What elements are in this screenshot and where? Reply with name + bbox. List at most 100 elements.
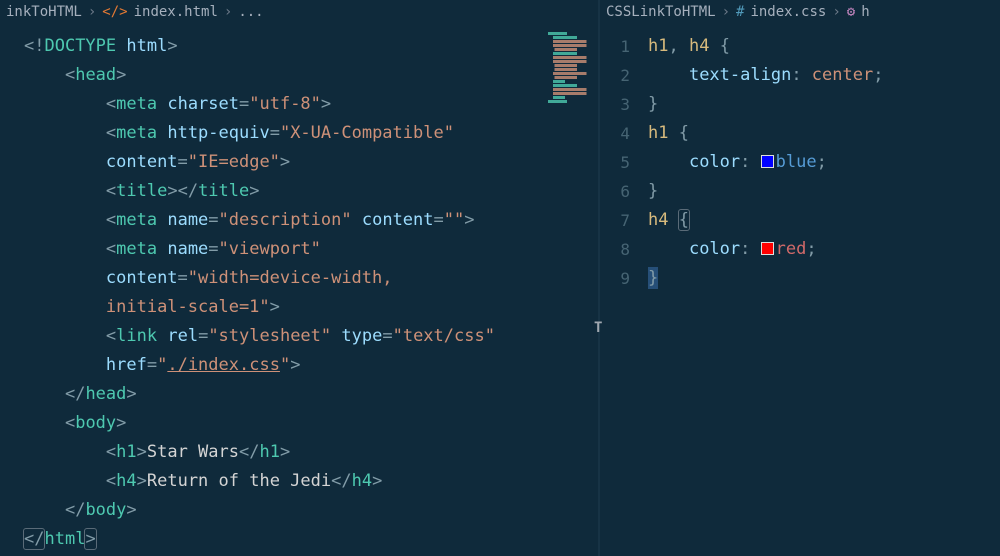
token: :: [740, 239, 760, 259]
token: h1: [648, 123, 668, 143]
token: h4: [648, 210, 668, 230]
token: ": [157, 355, 167, 375]
code-line[interactable]: initial-scale=1">: [24, 293, 598, 322]
token: >: [321, 94, 331, 114]
line-number: 1: [600, 32, 630, 61]
code-line[interactable]: color: blue;: [648, 148, 1000, 177]
code-line[interactable]: h1, h4 {: [648, 32, 1000, 61]
token: "width=device-width,: [188, 268, 393, 288]
token: "text/css": [393, 326, 495, 346]
token: :: [791, 65, 811, 85]
token: "IE=edge": [188, 152, 280, 172]
token: >: [290, 355, 300, 375]
token: "description": [219, 210, 352, 230]
gutter-left: [0, 22, 18, 556]
code-line[interactable]: <body>: [24, 409, 598, 438]
token: link: [116, 326, 157, 346]
token: red: [776, 239, 807, 259]
code-line[interactable]: <meta charset="utf-8">: [24, 90, 598, 119]
code-area-right[interactable]: h1, h4 { text-align: center;}h1 { color:…: [648, 22, 1000, 556]
token: [24, 471, 106, 491]
code-line[interactable]: <meta name="description" content="">: [24, 206, 598, 235]
code-line[interactable]: </head>: [24, 380, 598, 409]
crumb-file[interactable]: index.css: [750, 4, 826, 20]
line-number: 4: [600, 119, 630, 148]
token: [668, 210, 678, 230]
code-line[interactable]: content="IE=edge">: [24, 148, 598, 177]
token: </: [24, 529, 44, 549]
token: [24, 94, 106, 114]
token: ;: [806, 239, 816, 259]
code-line[interactable]: </html>: [24, 525, 598, 554]
code-line[interactable]: }: [648, 90, 1000, 119]
blue-swatch-icon: [761, 155, 774, 168]
token: h1: [116, 442, 136, 462]
token: h4: [689, 36, 709, 56]
line-number: 3: [600, 90, 630, 119]
css-file-icon: #: [736, 4, 744, 20]
code-line[interactable]: <title></title>: [24, 177, 598, 206]
token: ./index.css: [167, 355, 280, 375]
code-area-left[interactable]: <!DOCTYPE html> <head> <meta charset="ut…: [18, 22, 598, 556]
token: =: [198, 326, 208, 346]
token: =: [178, 152, 188, 172]
token: head: [75, 65, 116, 85]
token: }: [648, 267, 658, 289]
token: http-equiv: [167, 123, 269, 143]
crumb-more[interactable]: ...: [238, 4, 263, 20]
editor-body-left[interactable]: <!DOCTYPE html> <head> <meta charset="ut…: [0, 22, 598, 556]
code-line[interactable]: <meta http-equiv="X-UA-Compatible": [24, 119, 598, 148]
breadcrumb-right[interactable]: CSSLinkToHTML › # index.css › ⚙ h: [600, 0, 1000, 22]
crumb-folder[interactable]: inkToHTML: [6, 4, 82, 20]
code-line[interactable]: </body>: [24, 496, 598, 525]
code-line[interactable]: color: red;: [648, 235, 1000, 264]
token: content: [362, 210, 434, 230]
code-line[interactable]: <head>: [24, 61, 598, 90]
line-number: 5: [600, 148, 630, 177]
token: [24, 326, 106, 346]
editor-body-right[interactable]: 123456789 h1, h4 { text-align: center;}h…: [600, 22, 1000, 556]
crumb-symbol[interactable]: h: [861, 4, 869, 20]
token: body: [75, 413, 116, 433]
code-line[interactable]: <link rel="stylesheet" type="text/css": [24, 322, 598, 351]
token: [648, 239, 689, 259]
crumb-folder[interactable]: CSSLinkToHTML: [606, 4, 716, 20]
token: >: [280, 152, 290, 172]
token: {: [709, 36, 729, 56]
code-line[interactable]: <h4>Return of the Jedi</h4>: [24, 467, 598, 496]
editor-pane-right: CSSLinkToHTML › # index.css › ⚙ h 123456…: [600, 0, 1000, 556]
chevron-right-icon: ›: [224, 4, 232, 20]
code-line[interactable]: text-align: center;: [648, 61, 1000, 90]
code-line[interactable]: h4 {: [648, 206, 1000, 235]
crumb-file[interactable]: index.html: [134, 4, 218, 20]
token: text-align: [689, 65, 791, 85]
token: >: [372, 471, 382, 491]
code-line[interactable]: <meta name="viewport": [24, 235, 598, 264]
token: h4: [116, 471, 136, 491]
code-line[interactable]: h1 {: [648, 119, 1000, 148]
code-line[interactable]: }: [648, 177, 1000, 206]
token: h1: [648, 36, 668, 56]
html-file-icon: </>: [102, 4, 127, 20]
token: <: [106, 123, 116, 143]
token: [116, 36, 126, 56]
token: <: [65, 413, 75, 433]
token: Star Wars: [147, 442, 239, 462]
breadcrumb-left[interactable]: inkToHTML › </> index.html › ...: [0, 0, 598, 22]
token: >: [137, 471, 147, 491]
code-line[interactable]: <!DOCTYPE html>: [24, 32, 598, 61]
chevron-right-icon: ›: [832, 4, 840, 20]
token: content: [106, 268, 178, 288]
token: ": [280, 355, 290, 375]
token: [24, 442, 106, 462]
token: >: [167, 181, 177, 201]
token: {: [679, 210, 689, 230]
token: >: [167, 36, 177, 56]
token: <: [106, 442, 116, 462]
token: <: [65, 65, 75, 85]
code-line[interactable]: }: [648, 264, 1000, 293]
code-line[interactable]: content="width=device-width,: [24, 264, 598, 293]
code-line[interactable]: <h1>Star Wars</h1>: [24, 438, 598, 467]
token: [24, 500, 65, 520]
code-line[interactable]: href="./index.css">: [24, 351, 598, 380]
